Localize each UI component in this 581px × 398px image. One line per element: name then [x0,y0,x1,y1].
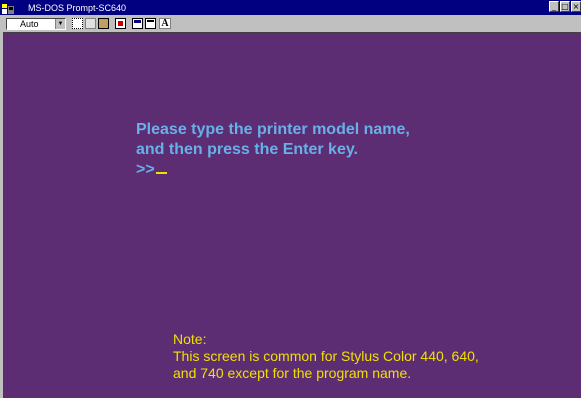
msdos-window: MS-DOS Prompt-SC640 _ □ × Auto ▼ A Pleas… [0,0,581,398]
title-bar[interactable]: MS-DOS Prompt-SC640 _ □ × [0,0,581,15]
prompt-input-line[interactable]: >> [136,160,410,180]
window-title: MS-DOS Prompt-SC640 [28,2,127,13]
properties-icon[interactable] [132,18,143,29]
title-buttons: _ □ × [549,1,581,12]
note-heading: Note: [173,331,207,347]
note-block: Note: This screen is common for Stylus C… [173,331,479,382]
font-icon[interactable]: A [159,18,171,29]
console-area[interactable]: Please type the printer model name, and … [3,32,581,398]
toolbar: Auto ▼ A [0,15,581,32]
font-size-select[interactable]: Auto ▼ [6,17,66,30]
chevron-down-icon[interactable]: ▼ [55,18,65,29]
copy-icon[interactable] [85,18,96,29]
font-size-value: Auto [20,18,39,29]
prompt-line-2: and then press the Enter key. [136,141,358,158]
prompt-message: Please type the printer model name, and … [136,120,410,180]
prompt-line-1: Please type the printer model name, [136,121,410,138]
close-button[interactable]: × [571,1,581,12]
maximize-button[interactable]: □ [560,1,570,12]
msdos-icon[interactable] [2,2,15,14]
text-cursor [155,172,167,174]
minimize-button[interactable]: _ [549,1,559,12]
full-screen-icon[interactable] [115,18,126,29]
paste-icon[interactable] [98,18,109,29]
note-line-1: This screen is common for Stylus Color 4… [173,348,479,364]
mark-icon[interactable] [72,18,83,29]
prompt-marker: >> [136,161,155,178]
background-icon[interactable] [145,18,156,29]
note-line-2: and 740 except for the program name. [173,365,412,381]
